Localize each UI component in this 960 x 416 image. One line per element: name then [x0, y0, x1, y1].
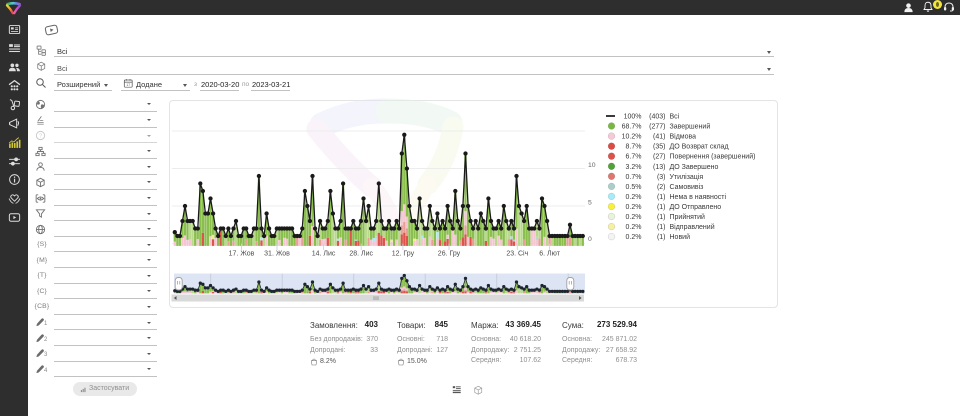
svg-text:(1): (1): [657, 204, 666, 211]
svg-text:17. Жов: 17. Жов: [229, 251, 255, 258]
svg-text:0.2%: 0.2%: [626, 194, 642, 201]
svg-text:0.5%: 0.5%: [626, 184, 642, 191]
svg-text:ДО Возврат склад: ДО Возврат склад: [670, 144, 729, 151]
svg-text:12. Гру: 12. Гру: [392, 251, 415, 258]
svg-text:(1): (1): [657, 234, 666, 241]
svg-text:0.2%: 0.2%: [626, 234, 642, 241]
svg-text:(277): (277): [649, 124, 665, 131]
svg-text:14. Лис: 14. Лис: [312, 251, 336, 258]
svg-text:0.2%: 0.2%: [626, 224, 642, 231]
svg-text:28. Лис: 28. Лис: [349, 251, 373, 258]
svg-text:Прийнятий: Прийнятий: [670, 213, 706, 221]
svg-text:Всі: Всі: [670, 113, 680, 121]
svg-text:10: 10: [588, 162, 596, 169]
svg-text:26. Гру: 26. Гру: [438, 251, 461, 258]
svg-text:ДО Отправлено: ДО Отправлено: [670, 204, 722, 211]
svg-text:68.7%: 68.7%: [622, 124, 642, 131]
svg-text:Утилізація: Утилізація: [670, 173, 704, 181]
svg-text:Відправлений: Відправлений: [670, 223, 715, 231]
svg-text:6.7%: 6.7%: [626, 154, 642, 161]
svg-text:Відмова: Відмова: [670, 133, 697, 141]
svg-text:100%: 100%: [624, 114, 642, 121]
svg-text:0.7%: 0.7%: [626, 174, 642, 181]
svg-text:Самовивіз: Самовивіз: [670, 183, 704, 191]
svg-text:8.7%: 8.7%: [626, 144, 642, 151]
svg-text:Новий: Новий: [670, 233, 691, 241]
svg-text:10.2%: 10.2%: [622, 134, 642, 141]
svg-text:0.2%: 0.2%: [626, 214, 642, 221]
svg-text:Повернення (завершений): Повернення (завершений): [670, 153, 756, 161]
svg-text:Нема в наявності: Нема в наявності: [670, 193, 727, 201]
svg-text:0: 0: [588, 236, 592, 243]
svg-text:3.2%: 3.2%: [626, 164, 642, 171]
svg-text:(1): (1): [657, 194, 666, 201]
svg-text:(27): (27): [653, 154, 665, 161]
svg-text:(1): (1): [657, 224, 666, 231]
svg-text:6. Лют: 6. Лют: [539, 251, 560, 258]
svg-text:(41): (41): [653, 134, 665, 141]
svg-text:0.2%: 0.2%: [626, 204, 642, 211]
svg-text:23. Січ: 23. Січ: [506, 250, 528, 258]
svg-text:5: 5: [588, 200, 592, 207]
svg-text:(403): (403): [649, 114, 665, 121]
svg-text:31. Жов: 31. Жов: [264, 251, 290, 258]
svg-text:Завершений: Завершений: [670, 123, 711, 131]
svg-text:(35): (35): [653, 144, 665, 151]
svg-text:(13): (13): [653, 164, 665, 171]
svg-text:(3): (3): [657, 174, 666, 181]
svg-text:(2): (2): [657, 184, 666, 191]
svg-text:(1): (1): [657, 214, 666, 221]
svg-text:ДО Завершено: ДО Завершено: [670, 164, 719, 171]
